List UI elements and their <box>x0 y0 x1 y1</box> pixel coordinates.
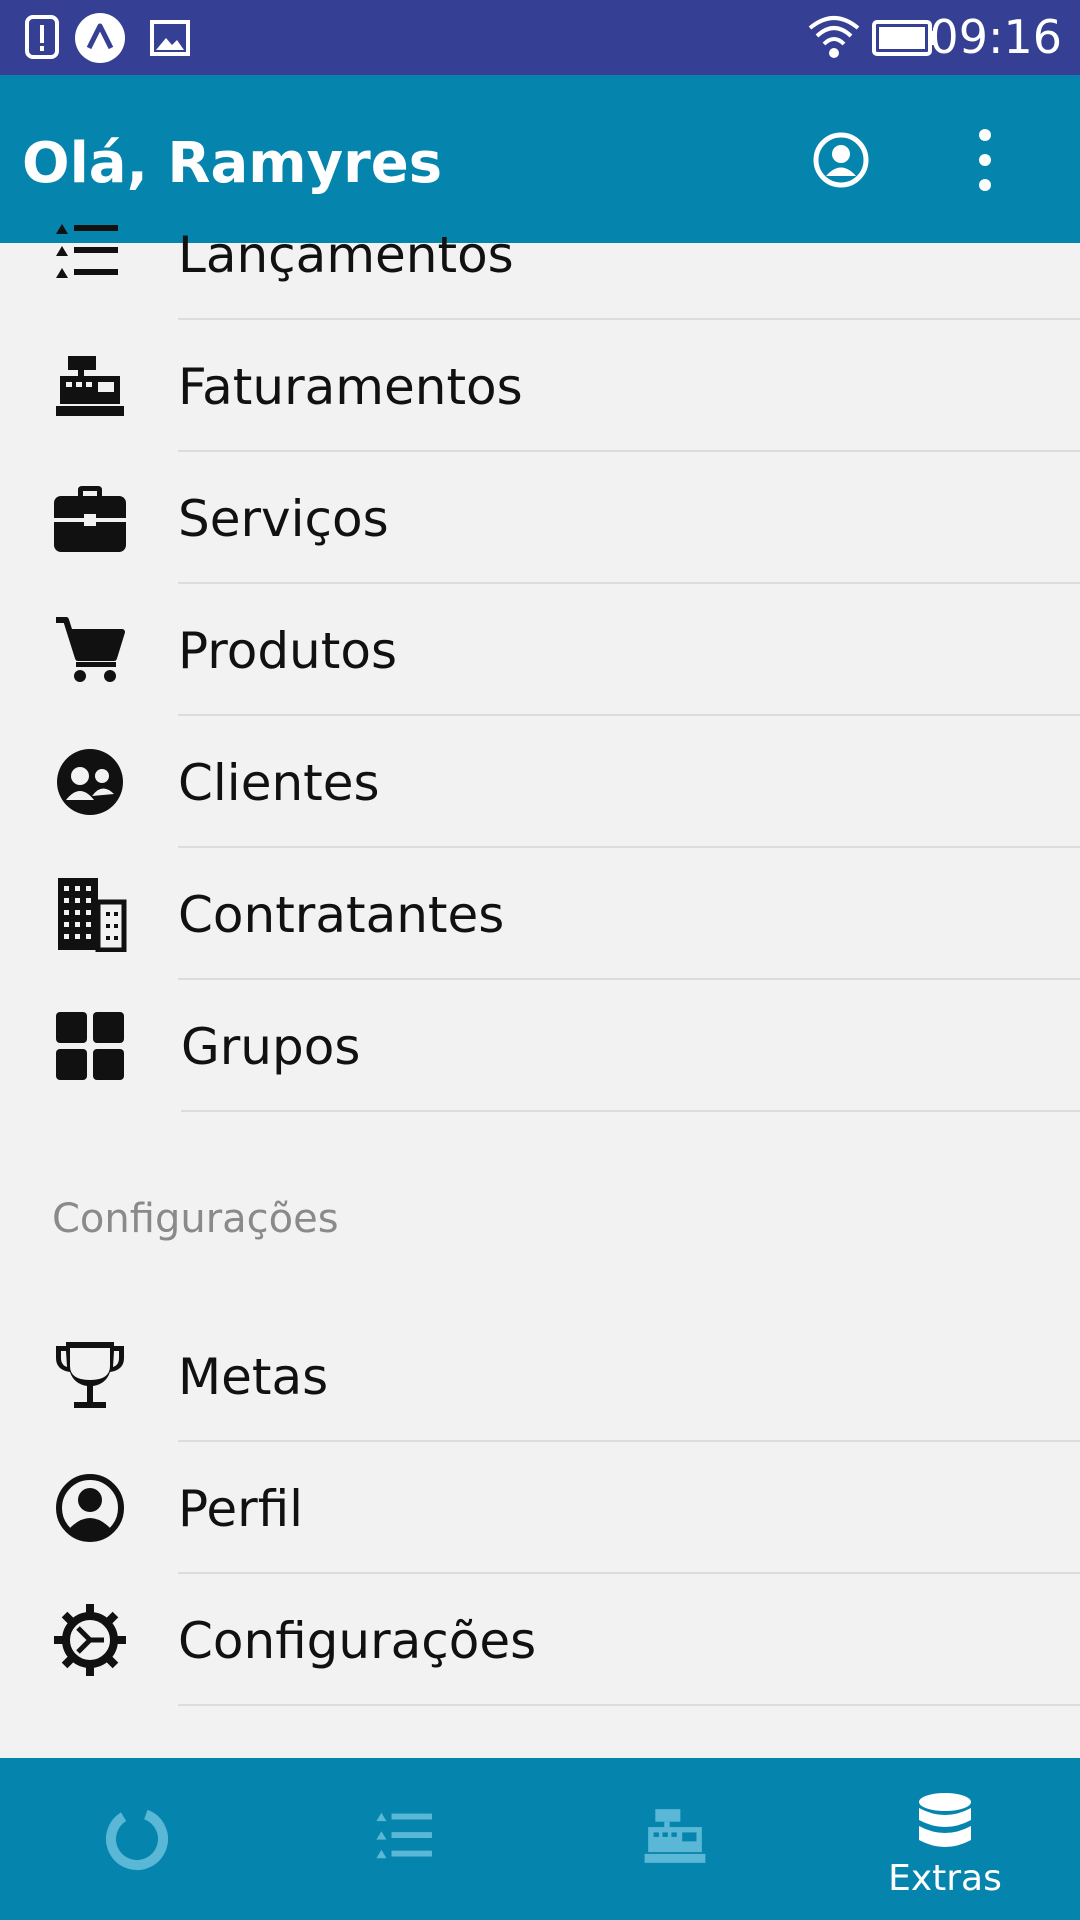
menu-item-produtos[interactable]: Produtos <box>0 584 1080 716</box>
menu-item-clientes[interactable]: Clientes <box>0 716 1080 848</box>
menu-item-lancamentos[interactable]: Lançamentos <box>0 188 1080 320</box>
trophy-icon <box>56 1342 124 1408</box>
menu-item-label: Configurações <box>178 1612 537 1670</box>
menu-item-label: Clientes <box>178 754 380 812</box>
bottom-navigation: Extras <box>0 1758 1080 1920</box>
menu-item-label: Serviços <box>178 490 389 548</box>
clients-icon <box>57 749 123 815</box>
cash-register-icon <box>56 356 124 416</box>
divider <box>181 1110 1080 1112</box>
more-vert-icon <box>979 129 991 191</box>
menu-item-label: Metas <box>178 1348 329 1406</box>
database-icon <box>919 1793 971 1847</box>
menu-item-servicos[interactable]: Serviços <box>0 452 1080 584</box>
wifi-icon <box>808 16 860 58</box>
cash-register-icon <box>644 1809 706 1863</box>
menu-item-perfil[interactable]: Perfil <box>0 1442 1080 1574</box>
image-icon <box>150 20 190 56</box>
nav-extras[interactable]: Extras <box>810 1758 1080 1920</box>
menu-item-contratantes[interactable]: Contratantes <box>0 848 1080 980</box>
nav-extras-label: Extras <box>888 1858 1002 1899</box>
list-icon <box>56 224 118 278</box>
list-icon <box>376 1812 432 1859</box>
alert-icon <box>25 15 59 59</box>
menu-item-label: Perfil <box>178 1480 304 1538</box>
status-bar: 09:16 <box>0 0 1080 75</box>
menu-item-label: Faturamentos <box>178 358 523 416</box>
greeting-title: Olá, Ramyres <box>22 131 443 196</box>
account-button[interactable] <box>806 125 876 195</box>
battery-icon <box>872 20 936 56</box>
gear-icon <box>54 1604 126 1676</box>
account-icon <box>56 1474 124 1542</box>
status-time: 09:16 <box>929 10 1062 64</box>
briefcase-icon <box>54 486 126 552</box>
menu-item-faturamentos[interactable]: Faturamentos <box>0 320 1080 452</box>
divider <box>178 1704 1080 1706</box>
cart-icon <box>56 617 125 682</box>
dashboard-ring-icon <box>106 1808 168 1870</box>
menu-item-label: Produtos <box>178 622 397 680</box>
menu-item-grupos[interactable]: Grupos <box>0 980 1080 1112</box>
account-icon <box>813 132 869 188</box>
nav-faturamentos[interactable] <box>540 1758 810 1920</box>
more-options-button[interactable] <box>968 125 1002 195</box>
grid-icon <box>56 1012 124 1080</box>
menu-item-label: Contratantes <box>178 886 505 944</box>
menu-item-metas[interactable]: Metas <box>0 1310 1080 1442</box>
section-header-configuracoes: Configurações <box>52 1196 339 1242</box>
nav-lancamentos[interactable] <box>270 1758 540 1920</box>
menu-item-label: Grupos <box>181 1018 361 1076</box>
nav-dashboard[interactable] <box>0 1758 270 1920</box>
app-a-icon <box>75 13 125 63</box>
menu-item-configuracoes[interactable]: Configurações <box>0 1574 1080 1706</box>
building-icon <box>58 878 127 952</box>
menu-item-label: Lançamentos <box>178 226 514 284</box>
